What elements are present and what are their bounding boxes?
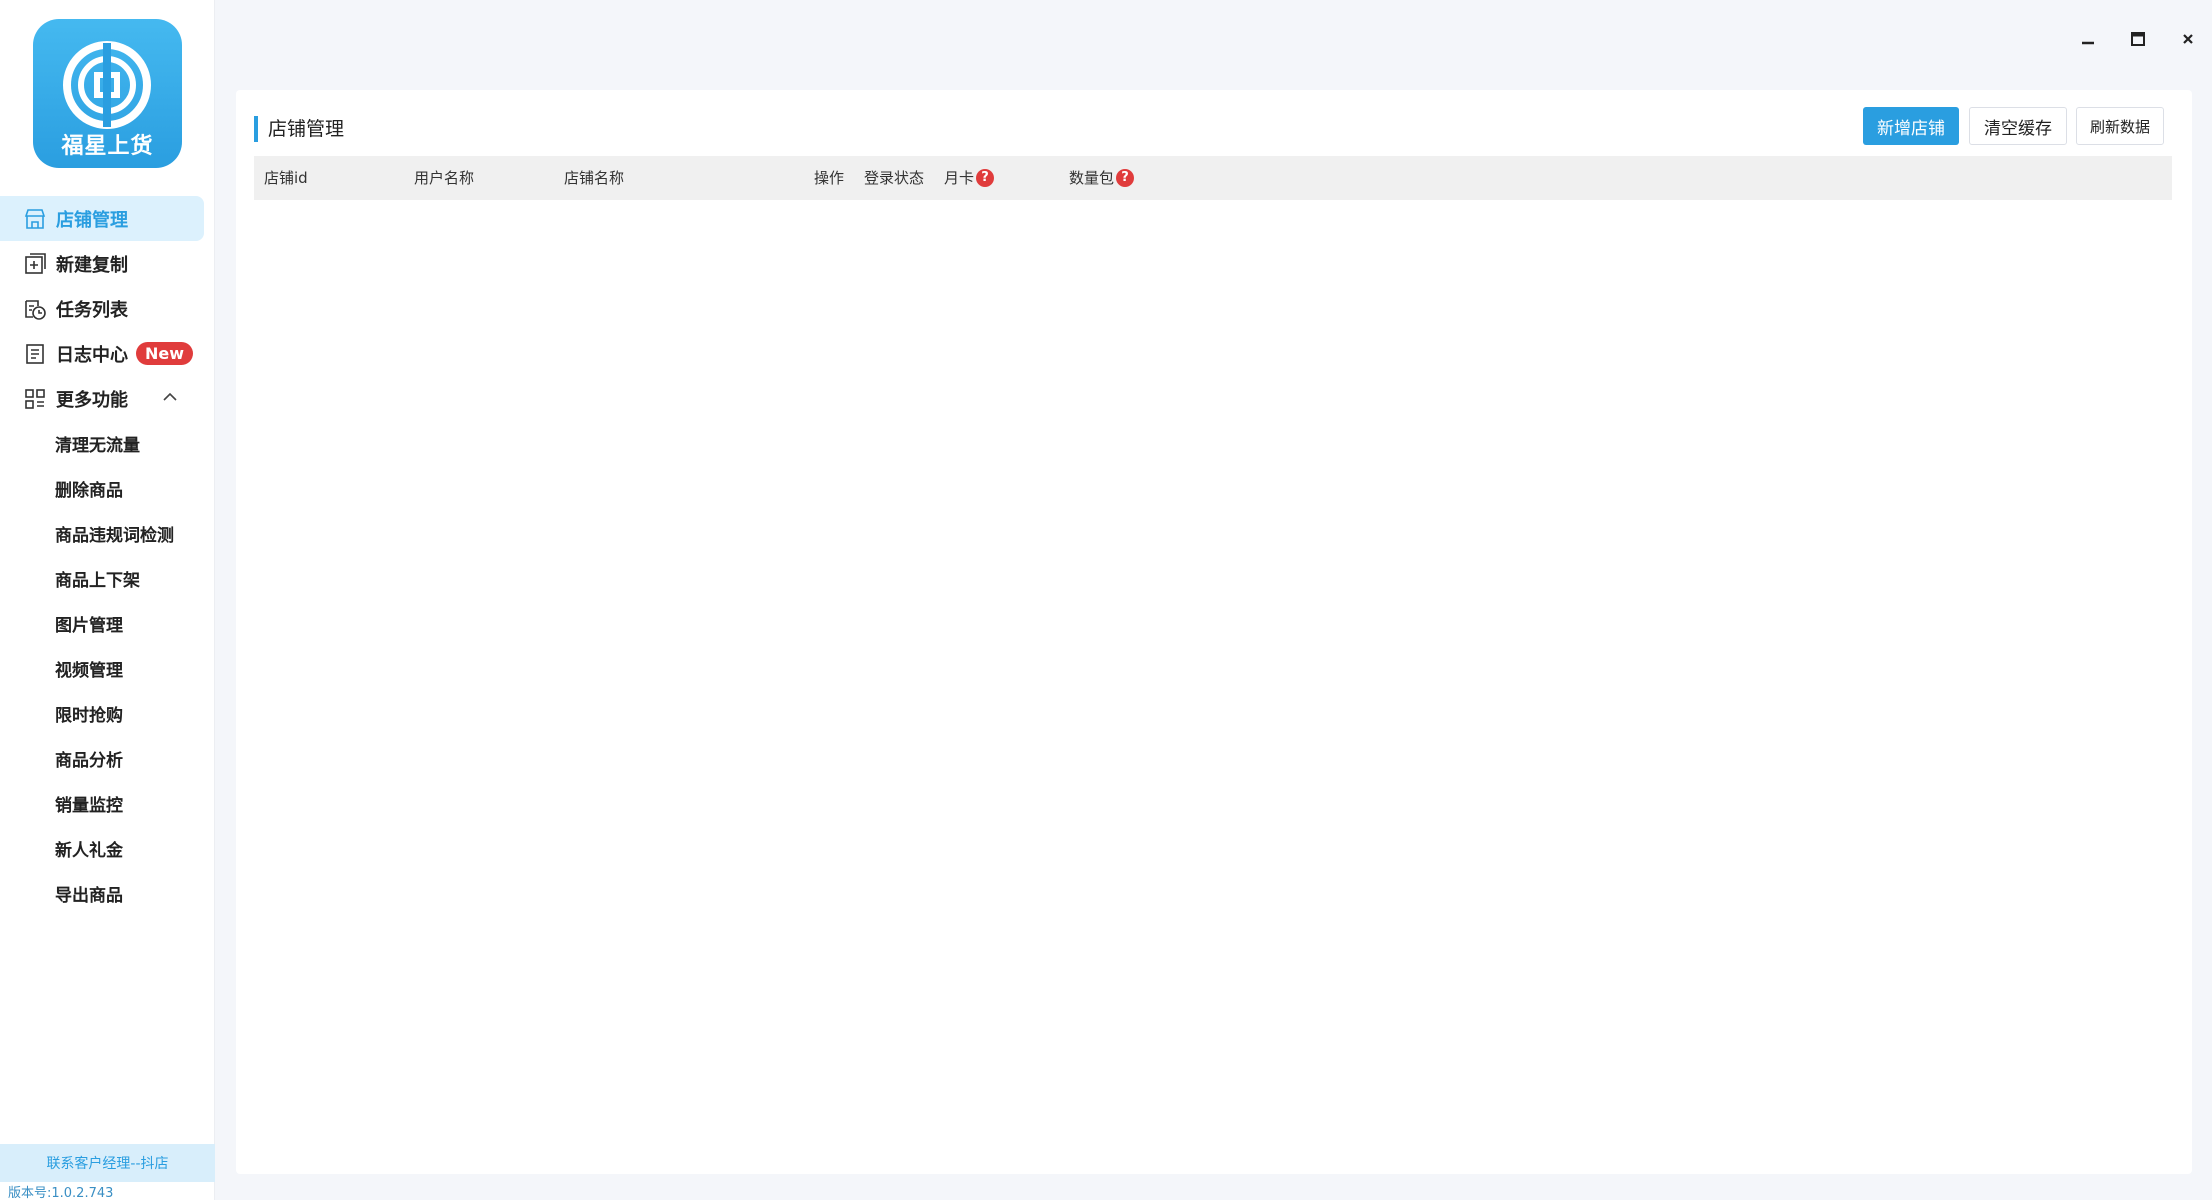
help-icon[interactable]: ? — [1116, 169, 1135, 187]
sidebar-subitem-listing-toggle[interactable]: 商品上下架 — [0, 556, 215, 601]
sidebar: 福星上货 店铺管理 新建复制 任务列表 日志中心 New 更多功能 清理无流量 … — [0, 0, 215, 1200]
column-label: 月卡 — [944, 169, 975, 187]
grid-icon — [22, 386, 48, 412]
column-quantity-pack: 数量包 ? — [1069, 156, 1135, 200]
add-store-button[interactable]: 新增店铺 — [1863, 107, 1959, 145]
log-list-icon — [22, 341, 48, 367]
refresh-data-button[interactable]: 刷新数据 — [2076, 107, 2164, 145]
sidebar-subitem-newcomer-gift[interactable]: 新人礼金 — [0, 826, 215, 871]
logo-text: 福星上货 — [61, 134, 154, 159]
column-user-name: 用户名称 — [414, 169, 475, 187]
column-label: 数量包 — [1069, 169, 1115, 187]
sidebar-item-label: 新建复制 — [56, 254, 128, 276]
table-header: 店铺id 用户名称 店铺名称 操作 登录状态 月卡 ? 数量包 ? — [254, 156, 2172, 200]
sidebar-item-label: 任务列表 — [56, 299, 128, 321]
sidebar-subitem-export-products[interactable]: 导出商品 — [0, 871, 215, 916]
close-icon — [2183, 34, 2193, 44]
maximize-icon — [2131, 32, 2145, 46]
version-label: 版本号:1.0.2.743 — [8, 1186, 114, 1200]
sidebar-subitem-clean-no-traffic[interactable]: 清理无流量 — [0, 421, 215, 466]
column-store-id: 店铺id — [264, 169, 308, 187]
column-monthly-card: 月卡 ? — [944, 156, 995, 200]
sidebar-subitem-sales-monitor[interactable]: 销量监控 — [0, 781, 215, 826]
sidebar-item-label: 店铺管理 — [56, 209, 128, 231]
page-title: 店铺管理 — [254, 116, 344, 142]
main-panel: 店铺管理 新增店铺 清空缓存 刷新数据 店铺id 用户名称 店铺名称 操作 登录… — [236, 90, 2192, 1174]
store-icon — [22, 206, 48, 232]
sidebar-nav: 店铺管理 新建复制 任务列表 日志中心 New 更多功能 清理无流量 删除商品 … — [0, 196, 215, 916]
chevron-up-icon[interactable] — [161, 388, 179, 411]
sidebar-item-new-copy[interactable]: 新建复制 — [0, 241, 215, 286]
sidebar-subitem-video-management[interactable]: 视频管理 — [0, 646, 215, 691]
minimize-button[interactable] — [2073, 24, 2103, 54]
minimize-icon — [2082, 41, 2094, 45]
sidebar-item-task-list[interactable]: 任务列表 — [0, 286, 215, 331]
column-login-status: 登录状态 — [864, 169, 925, 187]
sidebar-item-label: 更多功能 — [56, 389, 128, 411]
sidebar-subitem-image-management[interactable]: 图片管理 — [0, 601, 215, 646]
help-icon[interactable]: ? — [976, 169, 995, 187]
column-actions: 操作 — [814, 169, 845, 187]
maximize-button[interactable] — [2123, 24, 2153, 54]
sidebar-item-store-management[interactable]: 店铺管理 — [0, 196, 204, 241]
add-copy-icon — [22, 251, 48, 277]
close-button[interactable] — [2173, 24, 2203, 54]
sidebar-subitem-flash-sale[interactable]: 限时抢购 — [0, 691, 215, 736]
column-store-name: 店铺名称 — [564, 169, 625, 187]
new-badge: New — [136, 342, 194, 365]
sidebar-item-log-center[interactable]: 日志中心 New — [0, 331, 215, 376]
sidebar-subitem-violation-check[interactable]: 商品违规词检测 — [0, 511, 215, 556]
sidebar-subitem-product-analysis[interactable]: 商品分析 — [0, 736, 215, 781]
sidebar-item-more-features[interactable]: 更多功能 — [0, 376, 215, 421]
app-logo: 福星上货 — [33, 19, 182, 168]
sidebar-item-label: 日志中心 — [56, 344, 128, 366]
task-clock-icon — [22, 296, 48, 322]
sidebar-subitem-delete-products[interactable]: 删除商品 — [0, 466, 215, 511]
clear-cache-button[interactable]: 清空缓存 — [1969, 107, 2067, 145]
contact-manager-link[interactable]: 联系客户经理--抖店 — [0, 1144, 215, 1182]
